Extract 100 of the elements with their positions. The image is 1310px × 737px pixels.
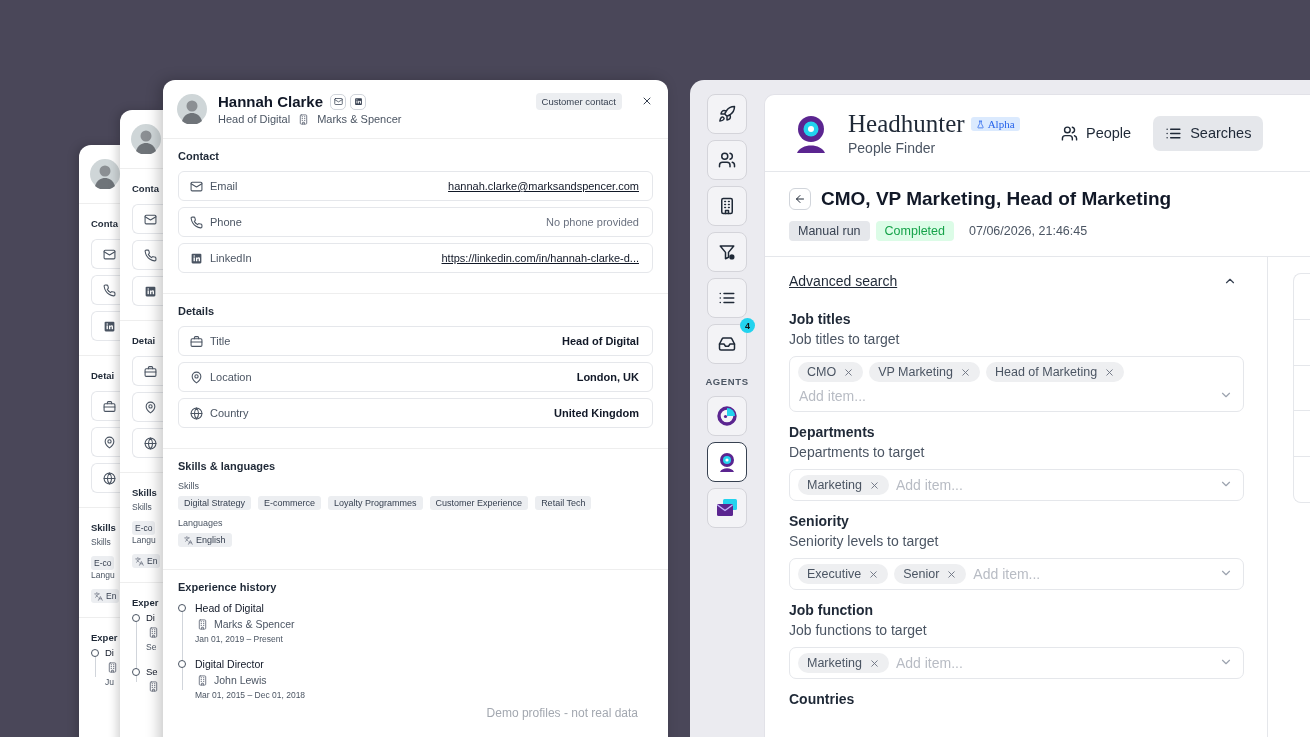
field-label: Departments bbox=[789, 424, 876, 440]
field-label: LinkedIn bbox=[210, 252, 253, 264]
skill-tag: Customer Experience bbox=[429, 496, 529, 510]
app-title: Headhunter bbox=[848, 110, 965, 138]
nav-tab[interactable]: People bbox=[1049, 115, 1144, 151]
linkedin-icon bbox=[353, 97, 363, 106]
linkedin-icon bbox=[144, 284, 157, 298]
field-hint: Departments to target bbox=[789, 444, 926, 460]
mail-icon bbox=[190, 179, 203, 193]
field-hint: Job functions to target bbox=[789, 622, 928, 638]
building-icon bbox=[148, 681, 159, 692]
section-heading: Contact bbox=[178, 150, 220, 162]
remove-icon[interactable] bbox=[868, 479, 880, 491]
arrow-left-icon bbox=[794, 193, 806, 205]
date-range: Se bbox=[146, 642, 158, 652]
contact-badge: Customer contact bbox=[535, 93, 622, 110]
nav-tab[interactable]: Searches bbox=[1153, 115, 1264, 151]
field-label: Phone bbox=[210, 216, 243, 228]
job-title: Di bbox=[146, 612, 156, 623]
building-icon bbox=[197, 674, 208, 686]
add-item-input[interactable]: Add item... bbox=[894, 653, 1215, 673]
advanced-search-link[interactable]: Advanced search bbox=[789, 273, 898, 289]
skill-tag: Loyalty Programmes bbox=[328, 496, 423, 510]
donut-logo-icon bbox=[715, 404, 739, 428]
languages-label: Langu bbox=[91, 570, 115, 580]
inbox-icon bbox=[718, 335, 736, 353]
sidebar-button[interactable] bbox=[707, 232, 747, 272]
languages-label: Languages bbox=[178, 518, 224, 528]
skill-tag: E-commerce bbox=[258, 496, 322, 510]
language-tag: English bbox=[178, 533, 232, 547]
section-heading: Conta bbox=[132, 183, 159, 194]
remove-icon[interactable] bbox=[868, 568, 880, 580]
field-hint: Seniority levels to target bbox=[789, 533, 940, 549]
tag-input-field[interactable]: CMO VP Marketing Head of Marketing Add item... bbox=[789, 356, 1244, 412]
field-value: London, UK bbox=[576, 371, 639, 383]
back-button[interactable] bbox=[789, 188, 811, 210]
remove-icon[interactable] bbox=[868, 657, 880, 669]
phone-icon bbox=[103, 283, 116, 297]
skills-label: Skills bbox=[132, 502, 152, 512]
tag-input-field[interactable]: Executive Senior Add item... bbox=[789, 558, 1244, 590]
remove-icon[interactable] bbox=[1104, 366, 1116, 378]
briefcase-icon bbox=[103, 399, 116, 413]
date-range: Ju bbox=[105, 677, 115, 687]
add-item-input[interactable]: Add item... bbox=[894, 475, 1215, 495]
tag-input-field[interactable]: Marketing Add item... bbox=[789, 647, 1244, 679]
linkedin-icon bbox=[190, 251, 203, 265]
link[interactable]: hannah.clarke@marksandspencer.com bbox=[448, 180, 639, 192]
translate-icon bbox=[135, 556, 144, 566]
job-title: Digital Director bbox=[195, 658, 265, 670]
flask-icon bbox=[975, 119, 985, 129]
rocket-icon bbox=[718, 105, 736, 123]
sidebar-button[interactable] bbox=[707, 186, 747, 226]
field-label: Email bbox=[210, 180, 239, 192]
skills-label: Skills bbox=[178, 481, 200, 491]
company-name: John Lewis bbox=[214, 674, 267, 686]
sidebar-button[interactable] bbox=[707, 140, 747, 180]
phone-icon bbox=[144, 248, 157, 262]
sidebar-button[interactable] bbox=[707, 324, 747, 364]
field-label: Seniority bbox=[789, 513, 850, 529]
remove-icon[interactable] bbox=[946, 568, 958, 580]
section-heading: Detai bbox=[132, 335, 156, 346]
selected-tag: VP Marketing bbox=[869, 362, 980, 382]
status-tag: Manual run bbox=[789, 221, 870, 241]
location-pin-icon bbox=[103, 435, 116, 449]
add-item-input[interactable]: Add item... bbox=[798, 386, 1215, 406]
section-heading: Exper bbox=[91, 632, 118, 643]
email-button[interactable] bbox=[330, 93, 347, 110]
linkedin-button[interactable] bbox=[350, 93, 367, 110]
section-heading: Conta bbox=[91, 218, 118, 229]
tag-input-field[interactable]: Marketing Add item... bbox=[789, 469, 1244, 501]
add-item-input[interactable]: Add item... bbox=[972, 564, 1215, 584]
selected-tag: Marketing bbox=[798, 653, 889, 673]
linkedin-icon bbox=[103, 319, 116, 333]
status-tag: Completed bbox=[875, 221, 954, 241]
globe-icon bbox=[144, 436, 157, 450]
skill-tag: E-co bbox=[132, 521, 156, 535]
close-button[interactable] bbox=[641, 95, 653, 107]
job-title: Head of Digital bbox=[218, 113, 291, 125]
skill-tag: Digital Strategy bbox=[178, 496, 252, 510]
selected-tag: Marketing bbox=[798, 475, 889, 495]
company-name: Marks & Spencer bbox=[214, 618, 295, 630]
section-heading: Skills bbox=[91, 522, 116, 533]
app-subtitle: People Finder bbox=[848, 140, 937, 156]
field-label: Job function bbox=[789, 602, 874, 618]
phone-icon bbox=[190, 215, 203, 229]
link[interactable]: https://linkedin.com/in/hannah-clarke-d... bbox=[441, 252, 639, 264]
sidebar-button[interactable] bbox=[707, 94, 747, 134]
languages-label: Langu bbox=[132, 535, 156, 545]
remove-icon[interactable] bbox=[843, 366, 855, 378]
building-icon bbox=[298, 113, 310, 125]
date-range: Mar 01, 2015 – Dec 01, 2018 bbox=[195, 690, 306, 700]
remove-icon[interactable] bbox=[960, 366, 971, 378]
field-value: No phone provided bbox=[546, 216, 639, 228]
sidebar-button[interactable] bbox=[707, 278, 747, 318]
field-label: Country bbox=[210, 407, 250, 419]
company-name: Marks & Spencer bbox=[317, 113, 402, 125]
person-name: Hannah Clarke bbox=[218, 93, 324, 110]
field-value: Head of Digital bbox=[562, 335, 639, 347]
agent-button[interactable] bbox=[707, 442, 747, 482]
skill-tag: Retail Tech bbox=[535, 496, 592, 510]
